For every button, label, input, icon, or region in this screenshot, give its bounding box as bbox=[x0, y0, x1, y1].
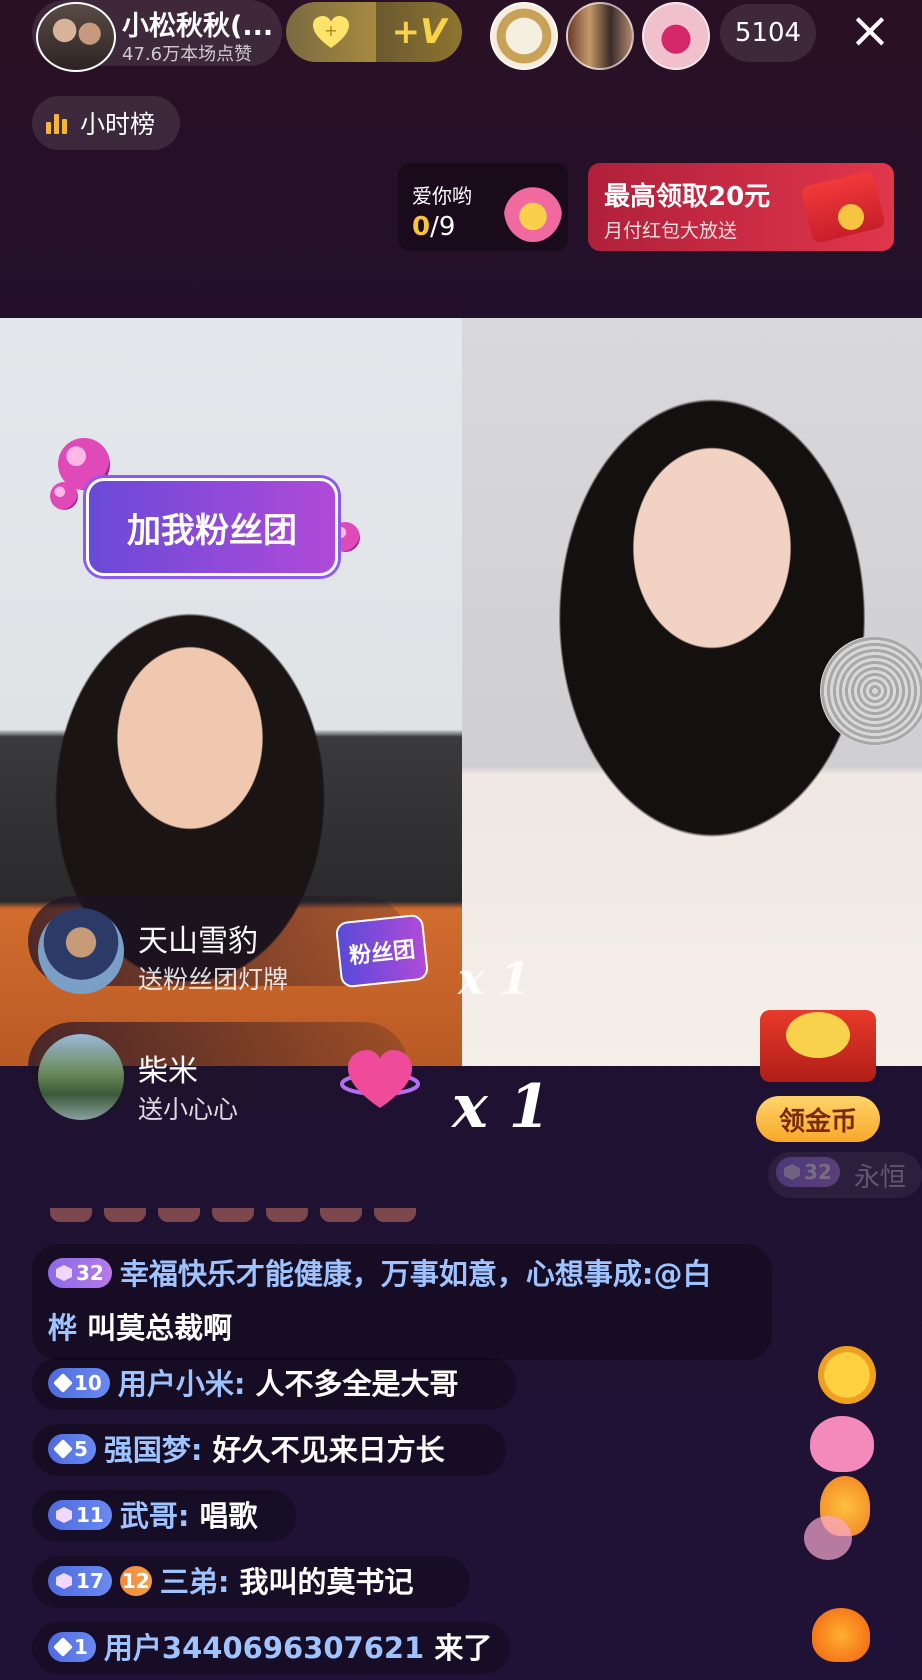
entry-user: 永恒 bbox=[853, 1162, 906, 1193]
chat-message[interactable]: 1 用户3440696307621 来了 bbox=[48, 1622, 492, 1674]
microphone-icon bbox=[820, 636, 922, 746]
gift-action: 送小心心 bbox=[138, 1095, 239, 1124]
get-coins-button[interactable]: 领金币 bbox=[756, 1096, 880, 1142]
level-badge: 17 bbox=[48, 1566, 112, 1596]
chat-fade-decoration bbox=[50, 1208, 416, 1222]
gift-sender-name: 柴米 bbox=[138, 1054, 198, 1089]
avatar[interactable] bbox=[38, 908, 124, 994]
coin-icon bbox=[786, 1012, 850, 1058]
top-viewer-avatar[interactable] bbox=[642, 2, 710, 70]
follow-heart-button[interactable]: + bbox=[286, 2, 376, 62]
fan-level-badge: 12 bbox=[119, 1566, 152, 1596]
chat-text: 好久不见来日方长 bbox=[202, 1433, 445, 1467]
vip-button[interactable]: +V bbox=[376, 2, 462, 62]
level-badge: 10 bbox=[48, 1368, 110, 1398]
gem-icon bbox=[56, 1265, 72, 1281]
heart-icon bbox=[810, 1416, 874, 1472]
chat-text: 我叫的莫书记 bbox=[229, 1565, 414, 1599]
task-progress: 0/9 bbox=[412, 212, 456, 242]
fan-club-badge: 粉丝团 bbox=[334, 913, 430, 989]
flame-icon bbox=[812, 1608, 870, 1662]
entry-notification: 32 永恒 bbox=[768, 1152, 922, 1198]
coin-icon bbox=[838, 204, 864, 230]
chat-message-continued: 桦 叫莫总裁啊 bbox=[48, 1302, 232, 1354]
red-packet-title: 最高领取20元 bbox=[604, 182, 771, 212]
chat-text: 人不多全是大哥 bbox=[245, 1367, 459, 1401]
chat-mention-cont[interactable]: 桦 bbox=[48, 1311, 77, 1345]
disco-ball-icon bbox=[50, 482, 78, 510]
host-name: 小松秋秋(... bbox=[122, 11, 274, 42]
gem-icon bbox=[56, 1573, 72, 1589]
gem-icon bbox=[53, 1373, 73, 1393]
chat-text: 来了 bbox=[424, 1631, 493, 1665]
bar-chart-icon bbox=[46, 112, 72, 134]
gift-sender-name: 天山雪豹 bbox=[138, 924, 258, 959]
host-likes: 47.6万本场点赞 bbox=[122, 44, 253, 65]
host-avatar[interactable] bbox=[36, 2, 116, 72]
heart-icon bbox=[804, 1516, 852, 1560]
level-badge: 11 bbox=[48, 1500, 112, 1530]
chat-user[interactable]: 三弟: bbox=[160, 1565, 230, 1599]
chat-message[interactable]: 5 强国梦: 好久不见来日方长 bbox=[48, 1424, 445, 1476]
gem-icon bbox=[53, 1637, 73, 1657]
task-title: 爱你哟 bbox=[412, 184, 472, 208]
top-viewer-avatar[interactable] bbox=[566, 2, 634, 70]
chat-user[interactable]: 用户3440696307621 bbox=[104, 1631, 424, 1665]
heart-plus-icon: + bbox=[313, 16, 349, 48]
chat-user[interactable]: 武哥: bbox=[120, 1499, 190, 1533]
level-badge: 5 bbox=[48, 1434, 96, 1464]
chat-message[interactable]: 11 武哥: 唱歌 bbox=[48, 1490, 258, 1542]
chat-message[interactable]: 10 用户小米: 人不多全是大哥 bbox=[48, 1358, 459, 1410]
top-viewer-avatar[interactable] bbox=[490, 2, 558, 70]
close-icon[interactable]: × bbox=[846, 5, 894, 56]
chat-message[interactable]: 17 12 三弟: 我叫的莫书记 bbox=[48, 1556, 414, 1608]
heart-gift-icon bbox=[504, 178, 562, 242]
svg-text:+: + bbox=[324, 21, 337, 40]
gem-icon bbox=[56, 1507, 72, 1523]
chat-mention[interactable]: @白 bbox=[653, 1257, 711, 1291]
laughing-emoji-icon bbox=[818, 1346, 876, 1404]
gift-action: 送粉丝团灯牌 bbox=[138, 965, 289, 994]
chat-user[interactable]: 用户小米: bbox=[118, 1367, 246, 1401]
level-badge: 32 bbox=[48, 1258, 112, 1288]
chat-text: 叫莫总裁啊 bbox=[77, 1311, 233, 1345]
chat-text: 唱歌 bbox=[189, 1499, 258, 1533]
chat-message[interactable]: 32 幸福快乐才能健康，万事如意，心想事成:@白 bbox=[48, 1248, 711, 1300]
avatar[interactable] bbox=[38, 1034, 124, 1120]
gift-combo: x 1 bbox=[458, 954, 531, 1005]
heart-gift-icon bbox=[340, 1050, 420, 1108]
gift-combo: x 1 bbox=[452, 1072, 551, 1142]
level-badge: 1 bbox=[48, 1632, 96, 1662]
level-badge: 32 bbox=[776, 1157, 840, 1187]
gem-icon bbox=[784, 1164, 800, 1180]
online-count[interactable]: 5104 bbox=[720, 4, 816, 62]
hour-rank-label: 小时榜 bbox=[80, 110, 156, 139]
hour-rank-button[interactable]: 小时榜 bbox=[32, 96, 180, 150]
red-packet-subtitle: 月付红包大放送 bbox=[604, 220, 738, 242]
join-fan-club-sticker[interactable]: 加我粉丝团 bbox=[86, 478, 338, 576]
chat-user[interactable]: 幸福快乐才能健康，万事如意，心想事成: bbox=[120, 1257, 654, 1291]
gem-icon bbox=[53, 1439, 73, 1459]
chat-user[interactable]: 强国梦: bbox=[104, 1433, 203, 1467]
